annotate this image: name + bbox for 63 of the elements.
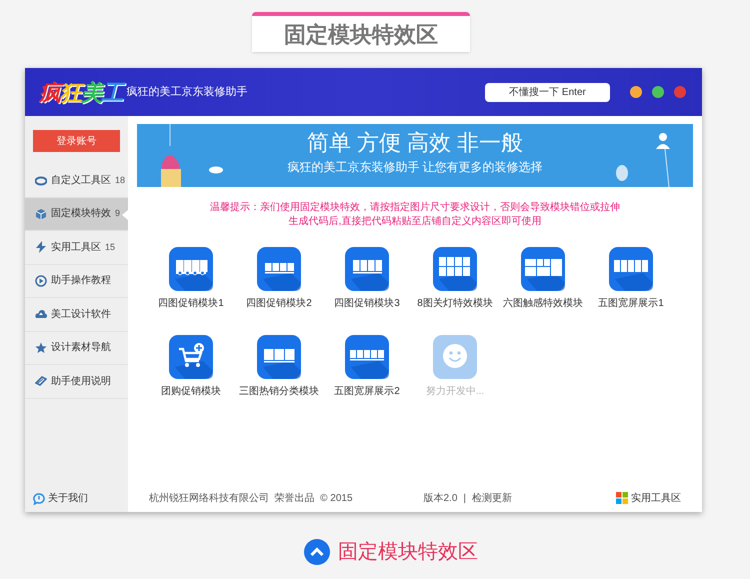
module-label: 四图促销模块2 — [246, 296, 312, 311]
module-label: 努力开发中... — [426, 384, 484, 399]
module-label: 六图触感特效模块 — [503, 296, 583, 311]
login-button[interactable]: 登录账号 — [33, 130, 120, 152]
notice-text: 生成代码后,直接把代码粘贴至店铺自定义内容区即可使用 — [288, 215, 542, 229]
notice-text: 温馨提示：亲们使用固定模块特效，请按指定图片尺寸要求设计，否则会导致模块错位或拉伸 — [210, 201, 620, 215]
module-tile[interactable]: 五图宽屏展示2 — [323, 335, 411, 399]
module-label: 三图热销分类模块 — [239, 384, 319, 399]
eraser-icon — [35, 375, 47, 388]
lightning-icon — [35, 241, 47, 254]
sidebar-label: 助手使用说明 — [51, 374, 111, 389]
module-tile[interactable]: 四图促销模块1 — [147, 247, 235, 311]
module-label: 8图关灯特效模块 — [417, 296, 493, 311]
sidebar-item[interactable]: 助手操作教程 — [25, 264, 128, 298]
banner-subtitle: 疯狂的美工京东装修助手 让您有更多的装修选择 — [287, 159, 543, 176]
version-text: 版本2.0 — [423, 492, 458, 506]
chat-icon — [33, 492, 45, 504]
logo: 疯狂美工 — [39, 76, 123, 108]
module-tile[interactable]: 三图热销分类模块 — [235, 335, 323, 399]
module-label: 四图促销模块3 — [334, 296, 400, 311]
sidebar-label: 自定义工具区 — [51, 174, 111, 188]
maximize-button[interactable] — [652, 86, 664, 98]
star-icon — [35, 342, 47, 354]
module-tile[interactable]: 六图触感特效模块 — [499, 247, 587, 311]
windows-icon — [616, 492, 628, 504]
module-label: 五图宽屏展示1 — [598, 296, 664, 311]
module-label: 五图宽屏展示2 — [334, 384, 400, 399]
separator: | — [463, 492, 466, 506]
tools-link[interactable]: 实用工具区 — [631, 490, 681, 506]
update-link[interactable]: 检测更新 — [472, 490, 512, 506]
close-button[interactable] — [674, 86, 686, 98]
search-field[interactable]: 不懂搜一下 Enter — [485, 82, 610, 102]
module-tile[interactable]: 团购促销模块 — [147, 335, 235, 399]
pointer-icon — [122, 210, 128, 220]
minimize-button[interactable] — [630, 86, 642, 98]
cube-icon — [35, 208, 47, 220]
window-title: 疯狂的美工京东装修助手 — [126, 84, 248, 100]
sidebar-label: 助手操作教程 — [51, 274, 111, 288]
count: 9 — [115, 207, 120, 220]
module-tile[interactable]: 8图关灯特效模块 — [411, 247, 499, 311]
sidebar-item[interactable]: 美工设计软件 — [25, 298, 128, 332]
copyright-text: 杭州锐狂网络科技有限公司 荣誉出品 © 2015 — [149, 492, 353, 506]
sidebar-item[interactable]: 实用工具区 15 — [25, 231, 128, 264]
about-link[interactable]: 关于我们 — [48, 491, 88, 506]
sidebar-item[interactable]: 设计素材导航 — [25, 332, 128, 365]
sidebar-item[interactable]: 固定模块特效 9 — [25, 198, 128, 231]
sidebar-label: 设计素材导航 — [51, 340, 111, 356]
sidebar-label: 实用工具区 — [51, 240, 101, 255]
module-label: 团购促销模块 — [161, 384, 221, 399]
caption: 固定模块特效区 — [338, 540, 478, 565]
sidebar-label: 美工设计软件 — [51, 308, 111, 322]
sidebar-item[interactable]: 助手使用说明 — [25, 365, 128, 398]
count: 15 — [105, 240, 116, 254]
heading: 固定模块特效区 — [284, 20, 438, 48]
module-tile[interactable]: 五图宽屏展示1 — [587, 247, 675, 311]
module-tile[interactable]: 四图促销模块2 — [235, 247, 323, 311]
sidebar-label: 固定模块特效 — [51, 206, 111, 222]
play-icon — [35, 274, 47, 287]
banner-headline: 简单 方便 高效 非一般 — [306, 129, 524, 157]
count: 18 — [115, 174, 126, 186]
module-label: 四图促销模块1 — [158, 296, 224, 311]
cloud-upload-icon — [35, 308, 47, 320]
module-tile[interactable]: 四图促销模块3 — [323, 247, 411, 311]
